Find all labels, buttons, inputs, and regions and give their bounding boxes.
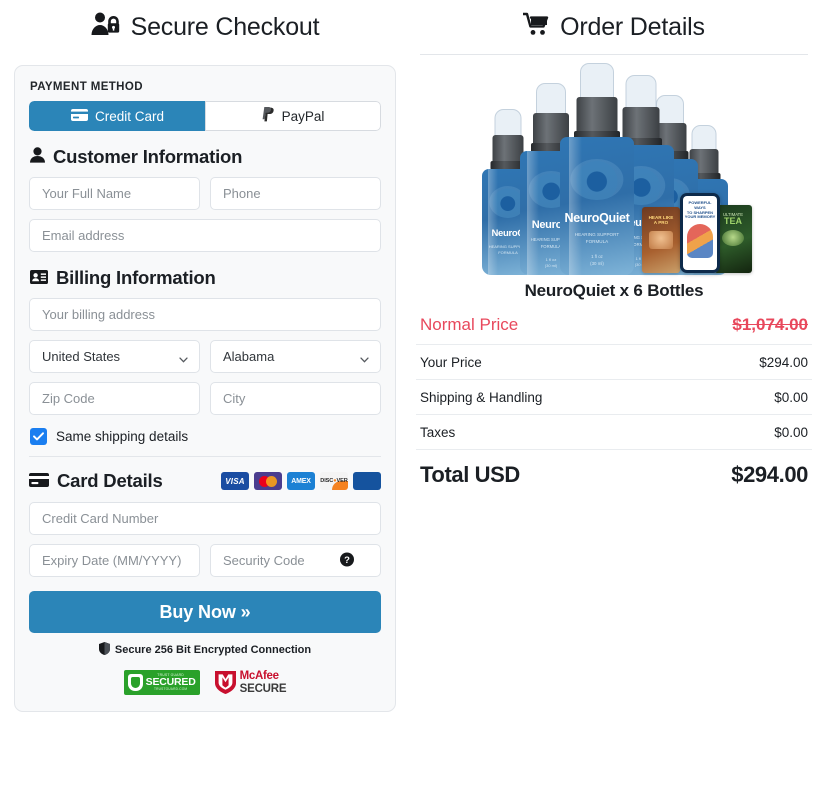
- card-details-heading: Card Details: [29, 470, 163, 492]
- phone-input[interactable]: Phone: [210, 177, 381, 210]
- chevron-down-icon: [179, 352, 188, 363]
- svg-text:?: ?: [344, 554, 350, 565]
- credit-card-icon: [70, 108, 88, 124]
- user-lock-icon: [91, 11, 121, 44]
- mastercard-icon: [254, 472, 282, 490]
- payment-card-panel: PAYMENT METHOD Credit Card PayPal Custom…: [14, 65, 396, 712]
- your-price-label: Your Price: [420, 355, 482, 370]
- summary-row-shipping: Shipping & Handling $0.00: [416, 390, 812, 415]
- expiry-date-input[interactable]: Expiry Date (MM/YYYY): [29, 544, 200, 577]
- state-select-value: Alabama: [223, 349, 275, 364]
- total-label: Total USD: [420, 462, 520, 487]
- section-divider: [29, 456, 381, 457]
- chevron-down-icon: [360, 352, 369, 363]
- city-input[interactable]: City: [210, 382, 381, 415]
- tab-credit-card-label: Credit Card: [94, 108, 165, 124]
- lock-shield-icon: [127, 674, 143, 691]
- normal-price-value: $1,074.00: [732, 315, 808, 334]
- payment-method-tabs: Credit Card PayPal: [29, 101, 381, 131]
- trust-guard-bottom: TRUSTGUARD.COM: [153, 686, 188, 691]
- mcafee-line1: McAfee: [239, 670, 279, 683]
- card-number-input[interactable]: Credit Card Number: [29, 502, 381, 535]
- discover-icon: DISC●VER: [320, 472, 348, 490]
- your-price-value: $294.00: [759, 355, 808, 370]
- country-select-value: United States: [42, 349, 121, 364]
- neuroquiet-bottles-art: NeuroQ HEARING SUPPORT FORMULA NeuroQ HE…: [464, 63, 764, 275]
- jcb-icon: [353, 472, 381, 490]
- shipping-value: $0.00: [774, 390, 808, 405]
- bonus-booklet-left: HEAR LIKE A PRO: [642, 207, 680, 273]
- page-title: Secure Checkout: [130, 12, 320, 41]
- customer-information-heading: Customer Information: [30, 146, 381, 168]
- taxes-value: $0.00: [774, 425, 808, 440]
- summary-row-normal-price: Normal Price $1,074.00: [416, 315, 812, 345]
- security-code-placeholder: Security Code: [223, 553, 305, 568]
- secure-connection-text: Secure 256 Bit Encrypted Connection: [114, 644, 312, 656]
- card-icon: [29, 470, 49, 492]
- question-circle-icon[interactable]: ?: [340, 552, 354, 569]
- bottle-front: NeuroQuiet HEARING SUPPORT FORMULA 1 fl …: [560, 63, 634, 275]
- card-number-row: Credit Card Number: [29, 502, 381, 535]
- billing-information-label: Billing Information: [56, 267, 216, 288]
- summary-row-total: Total USD $294.00: [416, 460, 812, 497]
- id-card-icon: [30, 267, 48, 289]
- taxes-label: Taxes: [420, 425, 456, 440]
- tab-paypal-label: PayPal: [281, 108, 325, 124]
- name-phone-row: Your Full Name Phone: [29, 177, 381, 210]
- country-select[interactable]: United States: [29, 340, 200, 373]
- email-input[interactable]: Email address: [29, 219, 381, 252]
- checkout-column: Secure Checkout PAYMENT METHOD Credit Ca…: [0, 0, 410, 797]
- same-shipping-row[interactable]: Same shipping details: [30, 428, 381, 445]
- order-details-title: Order Details: [560, 12, 705, 41]
- email-row: Email address: [29, 219, 381, 252]
- product-image: NeuroQ HEARING SUPPORT FORMULA NeuroQ HE…: [416, 55, 812, 275]
- normal-price-label: Normal Price: [420, 315, 519, 334]
- secure-connection-note: Secure 256 Bit Encrypted Connection: [29, 642, 381, 658]
- shopping-cart-icon: [521, 12, 550, 43]
- secure-checkout-header: Secure Checkout: [14, 0, 396, 54]
- card-details-header: Card Details VISA AMEX DISC●VER: [29, 470, 381, 492]
- zip-code-input[interactable]: Zip Code: [29, 382, 200, 415]
- shield-icon: [98, 642, 110, 658]
- mcafee-secure-badge: McAfee SECURE: [214, 670, 287, 695]
- trust-badges: TRUST GUARD SECURED TRUSTGUARD.COM McAfe…: [29, 670, 381, 695]
- tab-credit-card[interactable]: Credit Card: [29, 101, 205, 131]
- accepted-card-brands: VISA AMEX DISC●VER: [221, 472, 381, 490]
- tab-paypal[interactable]: PayPal: [205, 101, 381, 131]
- same-shipping-label: Same shipping details: [56, 429, 189, 444]
- total-value: $294.00: [731, 462, 808, 487]
- billing-address-row: Your billing address: [29, 298, 381, 331]
- bonus-booklet-center: POWERFUL WAYS TO SHARPEN YOUR MEMORY: [680, 193, 720, 273]
- mcafee-shield-icon: [214, 670, 237, 695]
- card-details-label: Card Details: [57, 470, 163, 491]
- user-icon: [30, 146, 45, 168]
- product-title: NeuroQuiet x 6 Bottles: [524, 281, 704, 300]
- full-name-input[interactable]: Your Full Name: [29, 177, 200, 210]
- country-state-row: United States Alabama: [29, 340, 381, 373]
- state-select[interactable]: Alabama: [210, 340, 381, 373]
- buy-now-button[interactable]: Buy Now »: [29, 591, 381, 633]
- summary-row-your-price: Your Price $294.00: [416, 355, 812, 380]
- expiry-cvv-row: Expiry Date (MM/YYYY) Security Code ?: [29, 544, 381, 577]
- summary-row-taxes: Taxes $0.00: [416, 425, 812, 450]
- customer-information-label: Customer Information: [53, 146, 243, 167]
- mcafee-line2: SECURE: [239, 682, 287, 695]
- order-details-column: Order Details NeuroQ HEARING SUPPORT FOR…: [410, 0, 818, 797]
- zip-city-row: Zip Code City: [29, 382, 381, 415]
- billing-information-heading: Billing Information: [30, 267, 381, 289]
- amex-icon: AMEX: [287, 472, 315, 490]
- bottle-label-name: NeuroQuiet: [564, 211, 630, 225]
- same-shipping-checkbox[interactable]: [30, 428, 47, 445]
- payment-method-label: PAYMENT METHOD: [30, 81, 143, 93]
- visa-icon: VISA: [221, 472, 249, 490]
- checkout-page: Secure Checkout PAYMENT METHOD Credit Ca…: [0, 0, 818, 797]
- security-code-input[interactable]: Security Code ?: [210, 544, 381, 577]
- billing-address-input[interactable]: Your billing address: [29, 298, 381, 331]
- trust-guard-secured-badge: TRUST GUARD SECURED TRUSTGUARD.COM: [123, 670, 200, 695]
- order-details-header: Order Details: [416, 0, 812, 54]
- shipping-label: Shipping & Handling: [420, 390, 543, 405]
- paypal-icon: [262, 107, 275, 125]
